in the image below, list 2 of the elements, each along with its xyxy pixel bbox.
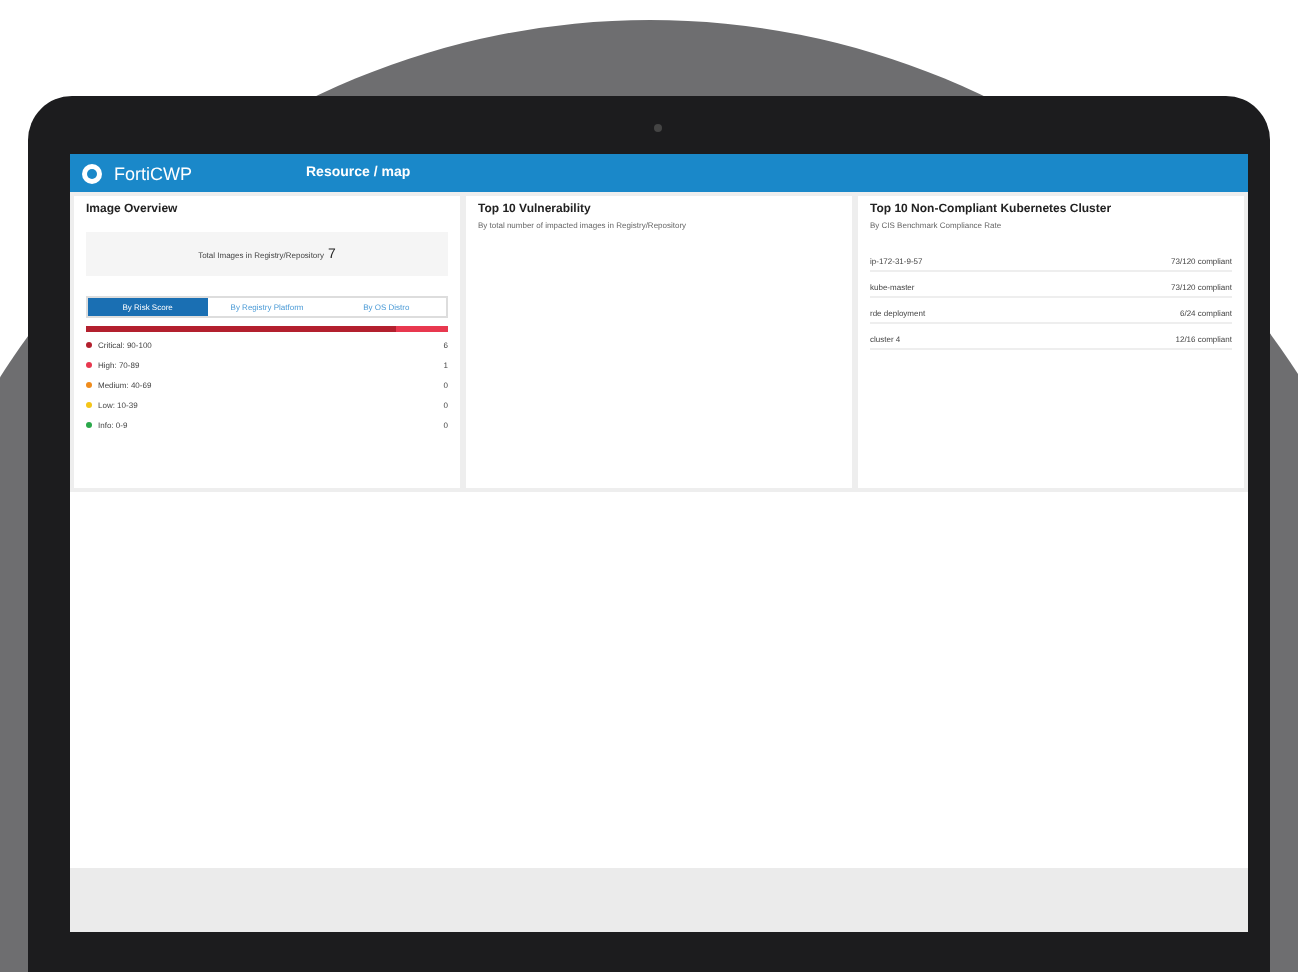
camera-dot	[654, 124, 662, 132]
brand-name: FortiCWP	[114, 163, 194, 183]
